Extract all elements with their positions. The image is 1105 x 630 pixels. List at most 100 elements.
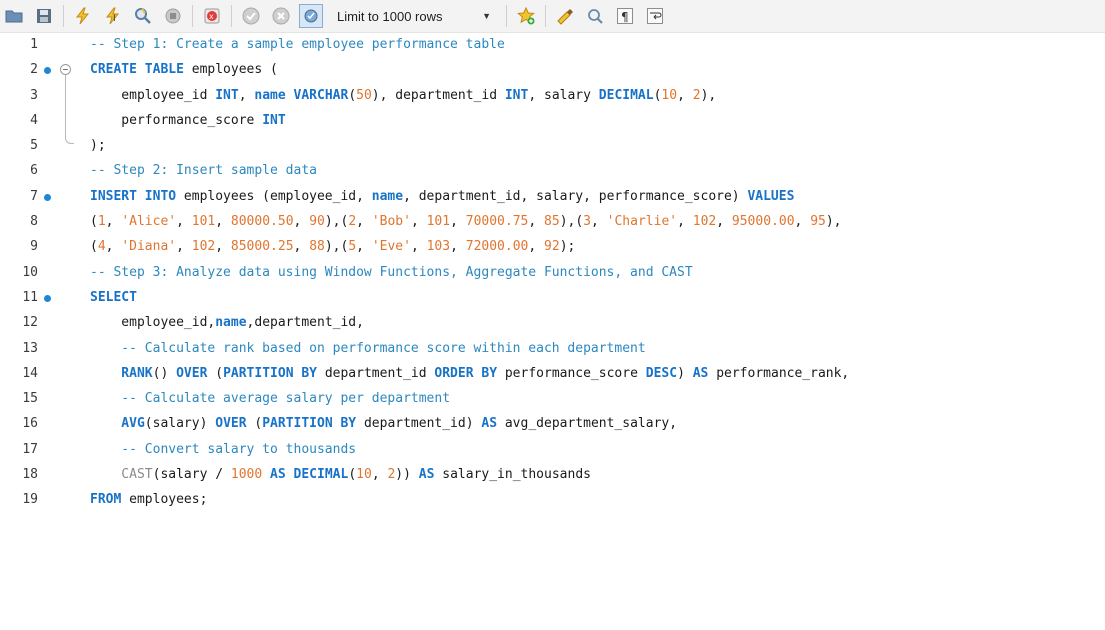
code-token: ( bbox=[90, 214, 98, 230]
code-text: INSERT INTO employees (employee_id, name… bbox=[90, 188, 794, 206]
commit-icon[interactable] bbox=[239, 4, 263, 28]
autocommit-icon[interactable] bbox=[299, 4, 323, 28]
line-gutter[interactable]: 11 bbox=[0, 286, 88, 311]
explain-icon[interactable] bbox=[131, 4, 155, 28]
code-token: )) bbox=[395, 467, 419, 483]
code-line[interactable]: 6 -- Step 2: Insert sample data bbox=[0, 159, 1105, 184]
code-token: , bbox=[293, 214, 310, 230]
code-token: , bbox=[105, 239, 122, 255]
code-line[interactable]: 12 employee_id,name,department_id, bbox=[0, 311, 1105, 336]
line-gutter[interactable]: 16 bbox=[0, 412, 88, 437]
stop-icon[interactable] bbox=[161, 4, 185, 28]
execute-current-icon[interactable]: I bbox=[101, 4, 125, 28]
code-line[interactable]: 15 -- Calculate average salary per depar… bbox=[0, 387, 1105, 412]
line-number: 12 bbox=[22, 315, 38, 331]
code-token: (salary) bbox=[144, 416, 216, 432]
code-token: , bbox=[356, 214, 372, 230]
code-token: OVER bbox=[176, 365, 208, 381]
code-token: INT bbox=[262, 112, 286, 128]
code-line[interactable]: 19 FROM employees; bbox=[0, 488, 1105, 513]
code-token: , bbox=[410, 214, 427, 230]
code-token: name bbox=[215, 315, 247, 331]
code-line[interactable]: 13 -- Calculate rank based on performanc… bbox=[0, 337, 1105, 362]
code-token: ),( bbox=[559, 214, 584, 230]
line-gutter[interactable]: 4 bbox=[0, 108, 88, 135]
code-text: FROM employees; bbox=[90, 491, 207, 509]
line-gutter[interactable]: 6 bbox=[0, 159, 88, 184]
save-icon[interactable] bbox=[32, 4, 56, 28]
code-line[interactable]: 3 employee_id INT, name VARCHAR(50), dep… bbox=[0, 83, 1105, 109]
code-token: OVER bbox=[215, 416, 247, 432]
line-gutter[interactable]: 18 bbox=[0, 463, 88, 488]
code-line[interactable]: 7 INSERT INTO employees (employee_id, nam… bbox=[0, 185, 1105, 210]
execute-icon[interactable] bbox=[71, 4, 95, 28]
word-wrap-icon[interactable] bbox=[643, 4, 667, 28]
find-icon[interactable] bbox=[583, 4, 607, 28]
code-token: , bbox=[105, 214, 122, 230]
code-token: 85000.25 bbox=[230, 239, 294, 255]
line-gutter[interactable]: 13 bbox=[0, 337, 88, 362]
code-line[interactable]: 14 RANK() OVER (PARTITION BY department_… bbox=[0, 362, 1105, 387]
code-token: 'Bob' bbox=[371, 214, 411, 230]
rollback-icon[interactable] bbox=[269, 4, 293, 28]
code-token: 95000.00 bbox=[731, 214, 795, 230]
svg-text:I: I bbox=[113, 14, 116, 24]
code-token: -- Step 3: Analyze data using Window Fun… bbox=[90, 264, 693, 280]
code-line[interactable]: 11 SELECT bbox=[0, 286, 1105, 311]
code-token: , bbox=[677, 214, 693, 230]
code-token: , bbox=[716, 214, 732, 230]
code-line[interactable]: 10 -- Step 3: Analyze data using Window F… bbox=[0, 261, 1105, 286]
code-token: -- Convert salary to thousands bbox=[90, 441, 357, 457]
toggle-continue-icon[interactable]: x bbox=[200, 4, 224, 28]
line-gutter[interactable]: 15 bbox=[0, 387, 88, 412]
limit-rows-select[interactable]: Limit to 1000 rows ▼ bbox=[329, 5, 499, 27]
code-line[interactable]: 17 -- Convert salary to thousands bbox=[0, 438, 1105, 463]
code-token: employee_id, bbox=[90, 315, 216, 331]
code-line[interactable]: 5); bbox=[0, 134, 1105, 159]
code-token: 1000 bbox=[230, 467, 263, 483]
line-gutter[interactable]: 14 bbox=[0, 362, 88, 387]
code-token: 103 bbox=[426, 239, 451, 255]
beautify-icon[interactable] bbox=[553, 4, 577, 28]
line-gutter[interactable]: 8 bbox=[0, 210, 88, 235]
code-line[interactable]: 18 CAST(salary / 1000 AS DECIMAL(10, 2))… bbox=[0, 463, 1105, 488]
code-line[interactable]: 16 AVG(salary) OVER (PARTITION BY depart… bbox=[0, 412, 1105, 437]
line-gutter[interactable]: 17 bbox=[0, 438, 88, 463]
code-token: AVG bbox=[90, 416, 145, 432]
line-gutter[interactable]: 9 bbox=[0, 235, 88, 260]
code-line[interactable]: 1 -- Step 1: Create a sample employee per… bbox=[0, 33, 1105, 58]
code-token: performance_rank, bbox=[708, 365, 850, 381]
line-gutter[interactable]: 5 bbox=[0, 134, 88, 159]
code-token: 102 bbox=[692, 214, 717, 230]
code-token: department_id) bbox=[356, 416, 482, 432]
code-line[interactable]: 4 performance_score INT bbox=[0, 108, 1105, 135]
open-folder-icon[interactable] bbox=[2, 4, 26, 28]
line-gutter[interactable]: 1 bbox=[0, 33, 88, 58]
line-gutter[interactable]: 10 bbox=[0, 261, 88, 286]
sql-editor[interactable]: 1 -- Step 1: Create a sample employee per… bbox=[0, 33, 1105, 514]
line-number: 10 bbox=[22, 264, 38, 280]
add-snippet-icon[interactable] bbox=[514, 4, 538, 28]
code-line[interactable]: 8 (1, 'Alice', 101, 80000.50, 90),(2, 'Bo… bbox=[0, 210, 1105, 235]
code-token: -- Step 2: Insert sample data bbox=[90, 163, 317, 179]
code-token: 95 bbox=[810, 214, 826, 230]
code-token: employees; bbox=[121, 492, 208, 508]
code-text: employee_id,name,department_id, bbox=[90, 314, 364, 332]
line-gutter[interactable]: 19 bbox=[0, 488, 88, 513]
code-text: RANK() OVER (PARTITION BY department_id … bbox=[90, 365, 849, 383]
statement-marker-icon bbox=[44, 67, 51, 75]
line-gutter[interactable]: 2 bbox=[0, 58, 88, 85]
line-number: 18 bbox=[22, 467, 38, 483]
line-gutter[interactable]: 7 bbox=[0, 185, 88, 210]
line-gutter[interactable]: 12 bbox=[0, 311, 88, 336]
code-token: ),( bbox=[324, 239, 349, 255]
code-token: , bbox=[591, 214, 607, 230]
code-line[interactable]: 9 (4, 'Diana', 102, 85000.25, 88),(5, 'Ev… bbox=[0, 235, 1105, 260]
code-token: , bbox=[528, 214, 545, 230]
invisible-chars-icon[interactable]: ¶ bbox=[613, 4, 637, 28]
code-token: SELECT bbox=[90, 289, 137, 305]
code-token: , salary bbox=[528, 87, 599, 103]
fold-toggle-icon[interactable] bbox=[60, 64, 71, 76]
code-line[interactable]: 2 CREATE TABLE employees ( bbox=[0, 58, 1105, 85]
line-gutter[interactable]: 3 bbox=[0, 83, 88, 109]
